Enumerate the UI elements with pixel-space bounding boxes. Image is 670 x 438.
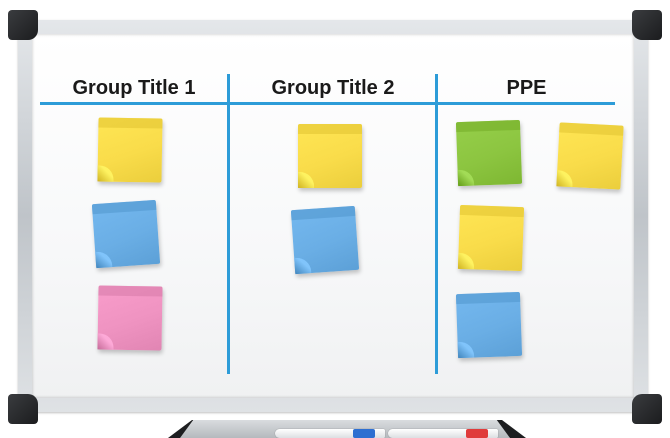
whiteboard-scene: Group Title 1 Group Title 2 PPE (0, 0, 670, 438)
sticky-note-band (455, 291, 521, 305)
sticky-note-curl (298, 172, 314, 188)
marker-cap (353, 429, 375, 438)
header-underline (40, 102, 615, 105)
frame-corner-top-left (8, 10, 38, 40)
column-divider-1 (227, 74, 230, 374)
sticky-note[interactable] (455, 291, 523, 359)
sticky-note-curl (556, 170, 574, 188)
column-divider-2 (435, 74, 438, 374)
sticky-note-curl (457, 252, 475, 270)
column-title-3: PPE (506, 77, 547, 99)
blue-marker[interactable] (275, 429, 385, 438)
sticky-note-band (298, 124, 362, 134)
sticky-note[interactable] (556, 122, 624, 190)
column-title-2: Group Title 2 (271, 77, 395, 99)
frame-corner-bottom-left (8, 394, 38, 424)
sticky-note[interactable] (97, 117, 163, 183)
red-marker[interactable] (388, 429, 498, 438)
sticky-note-curl (95, 251, 113, 269)
sticky-note[interactable] (457, 204, 525, 272)
sticky-note-curl (457, 341, 475, 359)
sticky-note-curl (97, 333, 114, 350)
sticky-note-curl (457, 169, 475, 187)
marker-cap (466, 429, 488, 438)
sticky-note[interactable] (455, 119, 523, 187)
sticky-note-band (459, 204, 525, 218)
sticky-note-band (98, 285, 163, 297)
sticky-note[interactable] (91, 199, 161, 269)
column-title-1: Group Title 1 (72, 77, 196, 99)
sticky-note-curl (97, 165, 114, 182)
frame-corner-top-right (632, 10, 662, 40)
sticky-note[interactable] (298, 124, 362, 188)
frame-corner-bottom-right (632, 394, 662, 424)
sticky-note[interactable] (97, 285, 163, 351)
sticky-note-band (559, 122, 624, 136)
sticky-note-curl (294, 257, 312, 275)
sticky-note-band (455, 119, 521, 133)
sticky-note[interactable] (290, 205, 360, 275)
sticky-note-band (98, 117, 163, 129)
